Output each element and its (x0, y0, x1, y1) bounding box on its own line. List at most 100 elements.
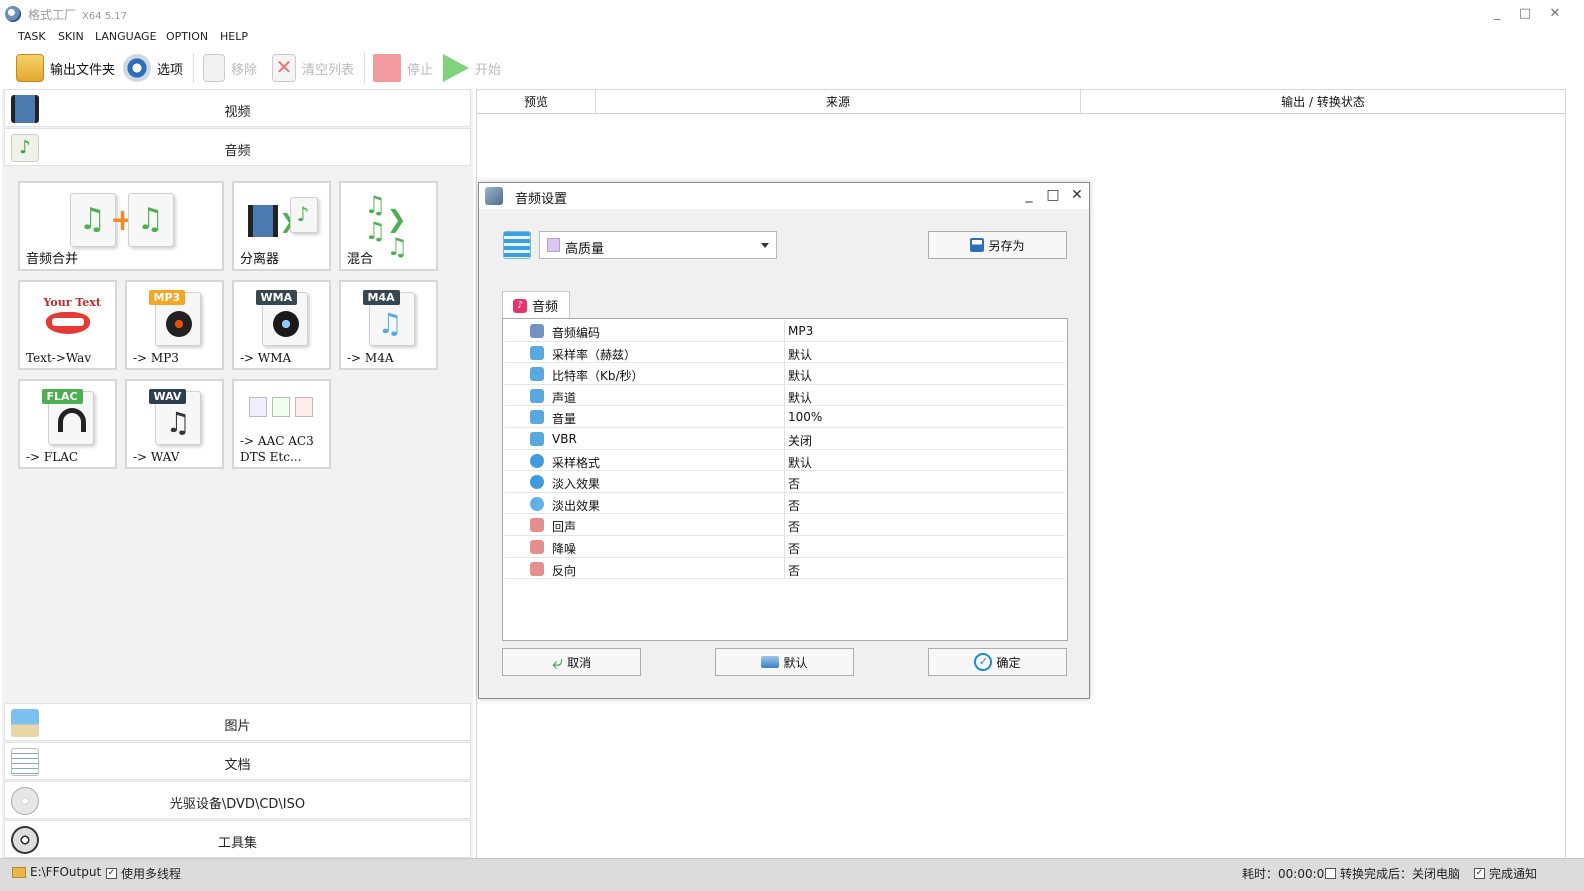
preset-list-icon (503, 231, 531, 259)
status-bar: E:\FFOutput ✓ 使用多线程 耗时：00:00:00 转换完成后：关闭… (0, 858, 1584, 891)
tool-to-m4a[interactable]: ♫ M4A -> M4A (339, 280, 438, 370)
tool-text-to-wav[interactable]: Your Text Text->Wav (18, 280, 117, 370)
tool-mix[interactable]: ♫ ❯♫ ♫ 混合 (339, 181, 438, 271)
category-audio[interactable]: ♪ 音频 (4, 128, 471, 166)
multithread-checkbox[interactable]: ✓ (106, 868, 117, 879)
property-value[interactable]: 默认 (788, 389, 812, 406)
column-output-status[interactable]: 输出 / 转换状态 (1081, 90, 1565, 114)
column-preview[interactable]: 预览 (477, 90, 596, 114)
column-source[interactable]: 来源 (596, 90, 1081, 114)
property-row[interactable]: 淡入效果 否 (505, 471, 1065, 493)
category-document[interactable]: 文档 (4, 742, 471, 780)
quality-preset-value: 高质量 (565, 242, 605, 257)
m4a-badge: M4A (362, 290, 400, 305)
category-video[interactable]: 视频 (4, 89, 471, 127)
category-rom-device[interactable]: 光驱设备\DVD\CD\ISO (4, 781, 471, 819)
dialog-close-button[interactable]: ✕ (1067, 185, 1087, 205)
tool-to-wav[interactable]: ♫ WAV -> WAV (125, 379, 224, 469)
property-value[interactable]: 否 (788, 475, 800, 492)
tab-audio-label: 音频 (532, 300, 559, 315)
property-row[interactable]: 音频编码 MP3 (505, 320, 1065, 342)
category-picture-label: 图片 (224, 719, 251, 734)
tool-splitter-label: 分离器 (240, 252, 280, 267)
tool-text-to-wav-label: Text->Wav (26, 351, 92, 365)
toolbar: 输出文件夹 选项 移除 ✕ 清空列表 停止 开始 (0, 49, 1584, 87)
app-logo-icon (5, 6, 21, 22)
tool-to-wav-label: -> WAV (133, 450, 180, 464)
property-row[interactable]: 降噪 否 (505, 536, 1065, 558)
tool-audio-merge[interactable]: ♫ + ♫ 音频合并 (18, 181, 224, 271)
start-button[interactable]: 开始 (443, 51, 501, 85)
text-art: Your Text (43, 296, 101, 309)
shutdown-checkbox[interactable] (1325, 868, 1336, 879)
property-row[interactable]: 声道 默认 (505, 384, 1065, 407)
category-picture[interactable]: 图片 (4, 703, 471, 741)
property-value[interactable]: 关闭 (788, 432, 812, 449)
property-value[interactable]: 默认 (788, 346, 812, 363)
property-row[interactable]: 淡出效果 否 (505, 492, 1065, 515)
default-button[interactable]: 默认 (715, 648, 854, 676)
property-value[interactable]: 否 (788, 562, 800, 579)
property-row[interactable]: 音量 100% (505, 406, 1065, 428)
printer-icon (761, 656, 780, 668)
menu-skin[interactable]: SKIN (58, 30, 84, 43)
mp3-badge: MP3 (148, 290, 186, 305)
property-row[interactable]: 反向 否 (505, 557, 1065, 580)
notify-checkbox[interactable]: ✓ (1474, 868, 1485, 879)
category-document-label: 文档 (224, 758, 251, 773)
menu-option[interactable]: OPTION (166, 30, 208, 43)
stop-button[interactable]: 停止 (373, 51, 433, 85)
category-toolbox[interactable]: 工具集 (4, 820, 471, 858)
property-row[interactable]: 采样格式 默认 (505, 449, 1065, 472)
tool-to-wma[interactable]: WMA -> WMA (232, 280, 331, 370)
property-value[interactable]: 默认 (788, 367, 812, 384)
property-value[interactable]: 否 (788, 518, 800, 535)
column-divider (784, 449, 785, 471)
dialog-maximize-button[interactable]: □ (1043, 185, 1063, 205)
save-as-button[interactable]: 另存为 (928, 231, 1067, 259)
property-value[interactable]: 100% (788, 410, 822, 424)
notify-toggle[interactable]: ✓ 完成通知 (1474, 865, 1537, 882)
tool-to-flac[interactable]: FLAC -> FLAC (18, 379, 117, 469)
clear-list-button[interactable]: ✕ 清空列表 (272, 51, 354, 85)
output-folder-button[interactable]: 输出文件夹 (16, 51, 115, 85)
tool-to-mp3[interactable]: MP3 -> MP3 (125, 280, 224, 370)
ok-button[interactable]: ✓ 确定 (928, 648, 1067, 676)
close-button[interactable]: ✕ (1543, 4, 1567, 24)
cancel-button[interactable]: ⤶ 取消 (502, 648, 641, 676)
property-value[interactable]: 默认 (788, 454, 812, 471)
property-row[interactable]: 回声 否 (505, 514, 1065, 536)
property-value[interactable]: MP3 (788, 324, 813, 338)
shutdown-label: 转换完成后：关闭电脑 (1340, 867, 1461, 881)
shutdown-toggle[interactable]: 转换完成后：关闭电脑 (1325, 865, 1460, 882)
property-row[interactable]: 采样率（赫兹） 默认 (505, 341, 1065, 364)
property-name: 音量 (552, 412, 577, 427)
title-bar: 格式工厂 X64 5.17 _ □ ✕ (0, 0, 1584, 28)
tool-to-others[interactable]: -> AAC AC3 DTS Etc... (232, 379, 331, 469)
menu-task[interactable]: TASK (18, 30, 46, 43)
tab-audio[interactable]: ♪ 音频 (502, 291, 570, 319)
save-as-label: 另存为 (988, 238, 1025, 253)
audio-merge-icon: ♫ + ♫ (66, 191, 176, 247)
property-row[interactable]: VBR 关闭 (505, 428, 1065, 450)
column-divider (784, 514, 785, 536)
column-divider (784, 363, 785, 385)
fade-out-icon (530, 496, 544, 511)
multithread-toggle[interactable]: ✓ 使用多线程 (106, 865, 181, 882)
output-path[interactable]: E:\FFOutput (12, 865, 101, 879)
menu-help[interactable]: HELP (220, 30, 248, 43)
property-value[interactable]: 否 (788, 497, 800, 514)
property-name: 淡出效果 (552, 498, 601, 513)
tool-splitter[interactable]: ❯ ♪ 分离器 (232, 181, 331, 271)
minimize-button[interactable]: _ (1485, 4, 1509, 24)
remove-button[interactable]: 移除 (203, 51, 257, 85)
options-button[interactable]: 选项 (123, 51, 183, 85)
property-row[interactable]: 比特率（Kb/秒） 默认 (505, 363, 1065, 385)
dialog-minimize-button[interactable]: _ (1019, 185, 1039, 205)
quality-preset-select[interactable]: 高质量 (539, 231, 777, 259)
menu-language[interactable]: LANGUAGE (95, 30, 157, 43)
maximize-button[interactable]: □ (1513, 4, 1537, 24)
column-divider (784, 492, 785, 514)
wma-file-icon: WMA (252, 290, 312, 346)
property-value[interactable]: 否 (788, 540, 800, 557)
